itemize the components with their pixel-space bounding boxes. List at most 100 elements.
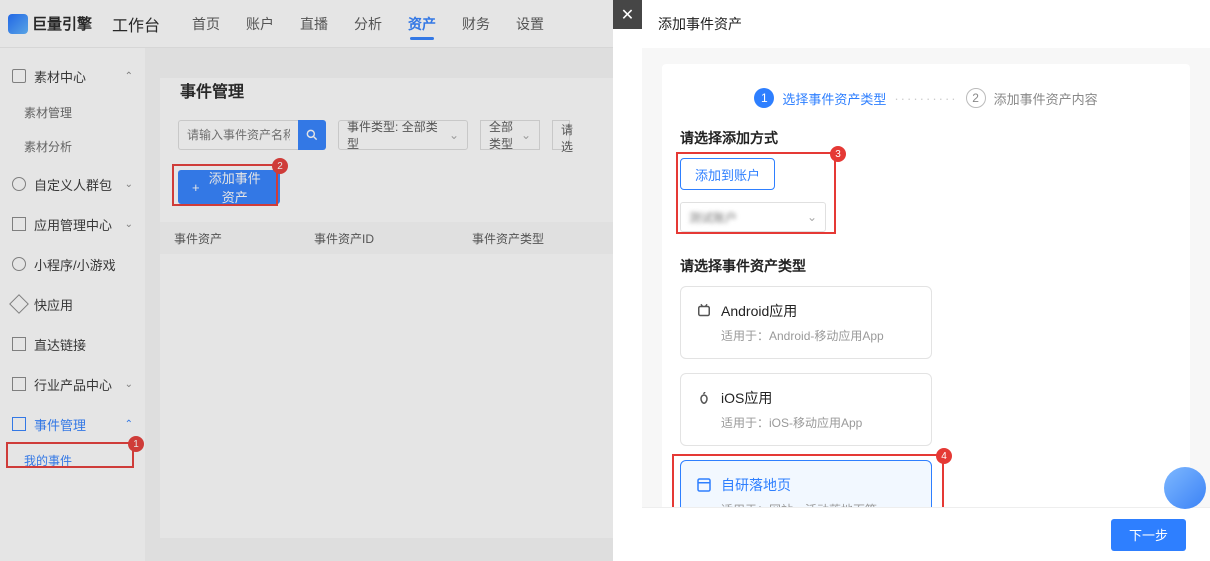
annotation-badge-2: 2 xyxy=(272,158,288,174)
sidebar-label: 小程序/小游戏 xyxy=(34,255,116,274)
card-ios[interactable]: iOS应用 适用于：iOS-移动应用App xyxy=(680,373,932,446)
chevron-up-icon: ⌃ xyxy=(125,419,133,430)
nav-account[interactable]: 账户 xyxy=(246,0,274,48)
search-input[interactable] xyxy=(178,120,298,150)
sidebar-label: 事件管理 xyxy=(34,415,86,434)
card-subtitle: 适用于：网站、活动落地页等 xyxy=(695,501,917,507)
sidebar-label: 素材中心 xyxy=(34,67,86,86)
sidebar-item-my-events-wrapper: 1 我的事件 xyxy=(0,444,145,478)
sidebar-label: 自定义人群包 xyxy=(34,175,112,194)
account-select-value: 测试账户 xyxy=(689,209,737,226)
close-drawer-button[interactable]: ✕ xyxy=(613,0,642,29)
table-header-row: 事件资产 事件资产ID 事件资产类型 xyxy=(160,222,613,254)
assistant-fab[interactable] xyxy=(1164,467,1206,509)
card-landing-page[interactable]: 自研落地页 适用于：网站、活动落地页等 xyxy=(680,460,932,507)
drawer-panel: 添加事件资产 1 选择事件资产类型 ·········· 2 添加事件资产内容 … xyxy=(642,0,1210,561)
drawer-body: 1 选择事件资产类型 ·········· 2 添加事件资产内容 请选择添加方式… xyxy=(642,48,1210,507)
section-asset-type-title: 请选择事件资产类型 xyxy=(680,256,1172,276)
sidebar-label: 直达链接 xyxy=(34,335,86,354)
annotation-badge-3: 3 xyxy=(830,146,846,162)
nav-analysis[interactable]: 分析 xyxy=(354,0,382,48)
step-1-number: 1 xyxy=(754,88,774,108)
card-subtitle: 适用于：Android-移动应用App xyxy=(695,327,917,344)
drawer-footer: 下一步 xyxy=(642,507,1210,561)
app-header: 巨量引擎 工作台 首页 账户 直播 分析 资产 财务 设置 xyxy=(0,0,613,48)
main-app: 巨量引擎 工作台 首页 账户 直播 分析 资产 财务 设置 素材中心 ⌃ 素材管… xyxy=(0,0,613,561)
annotation-badge-4: 4 xyxy=(936,448,952,464)
sidebar-group-deeplink[interactable]: 直达链接 xyxy=(0,324,145,364)
step-2-number: 2 xyxy=(966,88,986,108)
chevron-down-icon: ⌄ xyxy=(521,128,531,142)
drawer-title: 添加事件资产 xyxy=(642,0,1210,48)
card-title: 自研落地页 xyxy=(721,475,791,495)
sidebar-group-appmgmt[interactable]: 应用管理中心 ⌄ xyxy=(0,204,145,244)
sidebar-group-miniapp[interactable]: 小程序/小游戏 xyxy=(0,244,145,284)
sidebar-label: 行业产品中心 xyxy=(34,375,112,394)
filter-toolbar: 事件类型: 全部类型 ⌄ 全部类型⌄ 请选 xyxy=(160,120,613,170)
content-panel: 事件管理 事件类型: 全部类型 ⌄ 全部类型⌄ 请选 xyxy=(160,78,613,538)
chevron-down-icon: ⌄ xyxy=(125,379,133,390)
folder-icon xyxy=(12,69,26,83)
sidebar-label: 应用管理中心 xyxy=(34,215,112,234)
asset-type-cards: Android应用 适用于：Android-移动应用App iOS应用 适用于：… xyxy=(680,286,1172,507)
sidebar-group-quickapp[interactable]: 快应用 xyxy=(0,284,145,324)
annotation-badge-1: 1 xyxy=(128,436,144,452)
content-area: 事件管理 事件类型: 全部类型 ⌄ 全部类型⌄ 请选 xyxy=(160,48,613,561)
top-nav: 首页 账户 直播 分析 资产 财务 设置 xyxy=(192,0,544,48)
event-icon xyxy=(12,417,26,431)
logo: 巨量引擎 xyxy=(0,13,100,34)
users-icon xyxy=(12,177,26,191)
sidebar-group-materials[interactable]: 素材中心 ⌃ xyxy=(0,56,145,96)
nav-settings[interactable]: 设置 xyxy=(516,0,544,48)
col-event-asset-type: 事件资产类型 xyxy=(458,230,613,247)
annotation-box-1 xyxy=(6,442,134,468)
page-title: 事件管理 xyxy=(180,78,613,102)
card-android[interactable]: Android应用 适用于：Android-移动应用App xyxy=(680,286,932,359)
chevron-down-icon: ⌄ xyxy=(125,219,133,230)
sidebar-group-audience[interactable]: 自定义人群包 ⌄ xyxy=(0,164,145,204)
card-title: Android应用 xyxy=(721,301,797,321)
miniapp-icon xyxy=(12,257,26,271)
grid-icon xyxy=(12,377,26,391)
sidebar-item-material-analyze[interactable]: 素材分析 xyxy=(0,130,145,164)
search-wrap xyxy=(178,120,326,150)
search-button[interactable] xyxy=(298,120,326,150)
col-event-asset-id: 事件资产ID xyxy=(300,230,458,247)
chevron-down-icon: ⌄ xyxy=(125,179,133,190)
nav-assets[interactable]: 资产 xyxy=(408,0,436,48)
brand-name: 巨量引擎 xyxy=(32,13,92,34)
link-icon xyxy=(12,337,26,351)
card-subtitle: 适用于：iOS-移动应用App xyxy=(695,414,917,431)
sidebar-item-material-manage[interactable]: 素材管理 xyxy=(0,96,145,130)
search-icon xyxy=(305,128,319,142)
page-icon xyxy=(695,476,713,494)
annotation-box-2 xyxy=(172,164,278,206)
next-step-button[interactable]: 下一步 xyxy=(1111,519,1186,551)
workspace-label: 工作台 xyxy=(100,12,172,36)
sidebar-group-industry[interactable]: 行业产品中心 ⌄ xyxy=(0,364,145,404)
filter-extra[interactable]: 请选 xyxy=(552,120,570,150)
filter-all-type[interactable]: 全部类型⌄ xyxy=(480,120,540,150)
step-1-label: 选择事件资产类型 xyxy=(782,89,886,108)
android-icon xyxy=(695,302,713,320)
nav-finance[interactable]: 财务 xyxy=(462,0,490,48)
step-divider: ·········· xyxy=(894,91,957,106)
section-add-method-title: 请选择添加方式 xyxy=(680,128,1172,148)
chevron-down-icon: ⌄ xyxy=(449,128,459,142)
nav-live[interactable]: 直播 xyxy=(300,0,328,48)
sidebar-label: 快应用 xyxy=(34,295,73,314)
add-method-wrap: 3 添加到账户 测试账户 ⌄ xyxy=(680,158,840,232)
chevron-up-icon: ⌃ xyxy=(125,71,133,82)
col-event-asset: 事件资产 xyxy=(160,230,300,247)
bolt-icon xyxy=(9,294,29,314)
nav-home[interactable]: 首页 xyxy=(192,0,220,48)
card-title: iOS应用 xyxy=(721,388,772,408)
close-icon: ✕ xyxy=(621,5,634,25)
app-icon xyxy=(12,217,26,231)
sidebar: 素材中心 ⌃ 素材管理 素材分析 自定义人群包 ⌄ 应用管理中心 ⌄ 小程序/小… xyxy=(0,48,145,561)
apple-icon xyxy=(695,389,713,407)
logo-icon xyxy=(8,14,28,34)
sidebar-group-events[interactable]: 事件管理 ⌃ xyxy=(0,404,145,444)
filter-event-type[interactable]: 事件类型: 全部类型 ⌄ xyxy=(338,120,468,150)
card-landing-wrap: 4 自研落地页 适用于：网站、活动落地页等 xyxy=(680,460,932,507)
